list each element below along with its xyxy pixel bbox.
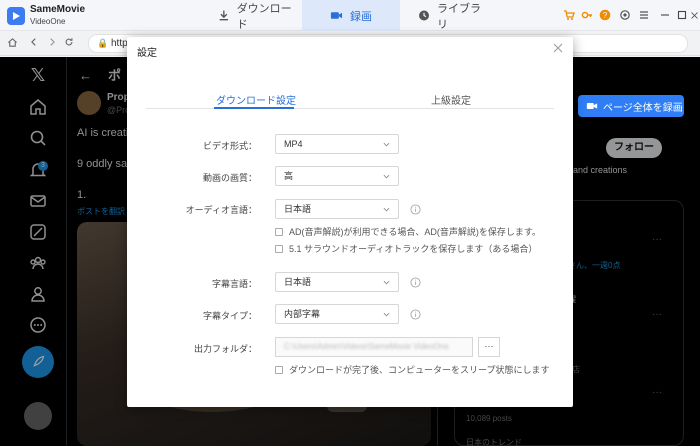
chevron-down-icon <box>383 312 390 317</box>
tab-advanced-settings[interactable]: 上級設定 <box>431 92 471 107</box>
video-quality-select[interactable]: 高 <box>275 166 399 186</box>
chevron-down-icon <box>383 207 390 212</box>
key-icon[interactable] <box>581 8 593 22</box>
tab-library[interactable]: ライブラリ <box>418 0 488 31</box>
gear-icon[interactable] <box>619 8 631 22</box>
info-icon[interactable] <box>410 204 422 216</box>
surround-checkbox-row[interactable]: 5.1 サラウンドオーディオトラックを保存します（ある場合） <box>275 242 537 255</box>
back-icon[interactable] <box>29 37 39 51</box>
video-quality-value: 高 <box>284 171 294 181</box>
video-quality-label: 動画の画質： <box>202 173 257 183</box>
cart-icon[interactable] <box>563 8 575 22</box>
url-text: http <box>111 38 128 49</box>
chevron-down-icon <box>383 142 390 147</box>
home-icon[interactable] <box>7 37 18 52</box>
tab-record-label: 録画 <box>350 10 372 23</box>
audio-language-select[interactable]: 日本語 <box>275 199 399 219</box>
chevron-down-icon <box>383 280 390 285</box>
forward-icon[interactable] <box>47 37 57 51</box>
output-folder-value: C:\Users\Admin\Videos\SameMovie VideoOne <box>284 342 449 351</box>
record-icon <box>330 12 343 19</box>
surround-checkbox-label: 5.1 サラウンドオーディオトラックを保存します（ある場合） <box>289 244 538 254</box>
app-brand: SameMovie VideoOne <box>30 4 85 27</box>
subtitle-type-value: 内部字幕 <box>284 309 321 319</box>
output-folder-input[interactable]: C:\Users\Admin\Videos\SameMovie VideoOne <box>275 337 473 357</box>
minimize-icon[interactable] <box>659 8 671 22</box>
reload-icon[interactable] <box>64 37 74 51</box>
subtitle-type-label: 字幕タイプ： <box>202 311 257 321</box>
settings-tabs: ダウンロード設定 上級設定 <box>146 89 554 109</box>
record-page-button[interactable]: ページ全体を録画 <box>578 95 684 117</box>
settings-dialog: 設定 ダウンロード設定 上級設定 ビデオ形式： MP4 動画の画質： 高 オーデ… <box>127 37 573 407</box>
sleep-checkbox-row[interactable]: ダウンロードが完了後、コンピューターをスリープ状態にします <box>275 363 549 376</box>
video-format-select[interactable]: MP4 <box>275 134 399 154</box>
download-icon <box>219 10 229 21</box>
subtitle-language-value: 日本語 <box>284 277 312 287</box>
dialog-title: 設定 <box>137 48 157 59</box>
app-logo-icon <box>7 7 25 25</box>
record-page-label: ページ全体を録画 <box>603 102 683 114</box>
app-subtitle: VideoOne <box>30 17 66 26</box>
tab-download-label: ダウンロード <box>236 2 292 31</box>
subtitle-language-select[interactable]: 日本語 <box>275 272 399 292</box>
tab-download[interactable]: ダウンロード <box>218 0 296 31</box>
app-titlebar: SameMovie VideoOne ダウンロード 録画 ライブラリ ? <box>0 0 700 31</box>
lock-icon: 🔒 <box>97 38 109 48</box>
audio-language-label: オーディオ言語： <box>185 205 257 215</box>
sleep-checkbox-label: ダウンロードが完了後、コンピューターをスリープ状態にします <box>289 365 550 375</box>
ad-audio-checkbox-row[interactable]: AD(音声解説)が利用できる場合、AD(音声解説)を保存します。 <box>275 225 541 238</box>
help-icon[interactable]: ? <box>599 8 611 22</box>
subtitle-type-select[interactable]: 内部字幕 <box>275 304 399 324</box>
app-name: SameMovie <box>30 4 86 15</box>
audio-language-value: 日本語 <box>284 204 312 214</box>
camera-icon <box>586 103 598 109</box>
sleep-checkbox[interactable] <box>275 365 283 374</box>
video-format-label: ビデオ形式： <box>202 141 257 151</box>
maximize-icon[interactable] <box>676 8 688 22</box>
surround-checkbox[interactable] <box>275 244 283 253</box>
clock-icon <box>419 10 430 21</box>
output-folder-label: 出力フォルダ： <box>193 344 257 354</box>
chevron-down-icon <box>383 174 390 179</box>
menu-icon[interactable] <box>638 8 650 22</box>
info-icon[interactable] <box>410 277 422 289</box>
tab-library-label: ライブラリ <box>437 2 482 31</box>
active-tab-indicator <box>214 107 294 109</box>
tab-download-settings[interactable]: ダウンロード設定 <box>216 92 296 107</box>
info-icon[interactable] <box>410 309 422 321</box>
close-window-icon[interactable] <box>690 8 699 22</box>
dialog-close-icon[interactable] <box>553 43 565 55</box>
video-format-value: MP4 <box>284 139 303 149</box>
browse-folder-button[interactable]: ··· <box>478 337 500 357</box>
ad-audio-checkbox-label: AD(音声解説)が利用できる場合、AD(音声解説)を保存します。 <box>289 227 541 237</box>
tab-record[interactable]: 録画 <box>302 0 400 31</box>
ad-audio-checkbox[interactable] <box>275 227 283 236</box>
subtitle-language-label: 字幕言語： <box>211 279 257 289</box>
svg-text:?: ? <box>603 11 608 20</box>
